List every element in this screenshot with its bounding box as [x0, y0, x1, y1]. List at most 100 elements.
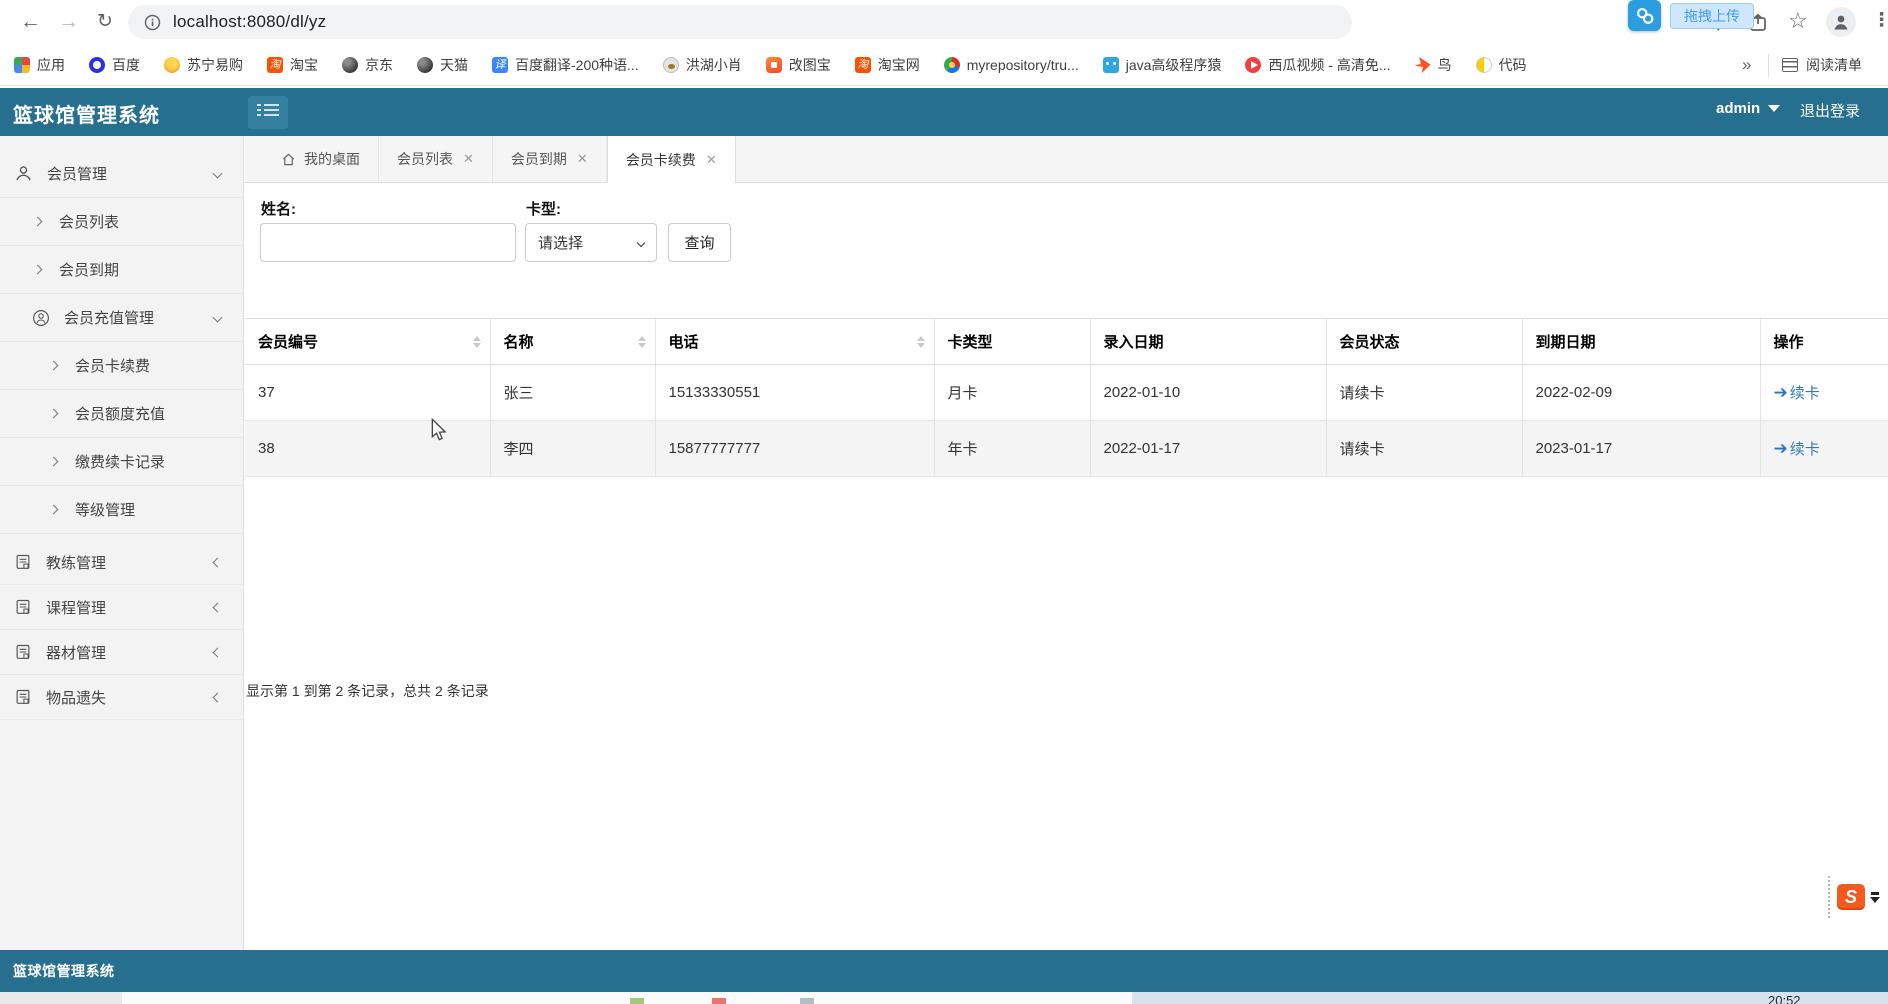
query-button[interactable]: 查询	[668, 223, 731, 262]
chevron-right-icon	[49, 361, 59, 371]
tab-my-desktop[interactable]: 我的桌面	[263, 136, 379, 182]
taskbar-app-sliver	[712, 998, 726, 1004]
bookmark-item[interactable]: 洪湖小肖	[663, 55, 742, 75]
bookmark-item[interactable]: 百度翻译-200种语...	[492, 55, 639, 75]
bookmark-item[interactable]: myrepository/tru...	[944, 57, 1079, 73]
renew-card-link[interactable]: ➔续卡	[1774, 382, 1820, 403]
netdisk-icon[interactable]	[1628, 0, 1661, 31]
bookmark-item[interactable]: 苏宁易购	[164, 55, 243, 75]
col-phone[interactable]: 电话	[655, 319, 934, 365]
bookmark-item[interactable]: 鸟	[1415, 55, 1452, 75]
col-entry-date: 录入日期	[1090, 319, 1326, 365]
col-member-id[interactable]: 会员编号	[245, 319, 490, 365]
sidebar-item-quota-recharge[interactable]: 会员额度充值	[0, 390, 243, 438]
arrow-right-icon: ➔	[1774, 439, 1788, 459]
sidebar-item-lost-items[interactable]: 物品遗失	[0, 675, 243, 720]
status-badge: 请续卡	[1326, 365, 1522, 421]
app-title: 篮球馆管理系统	[13, 99, 160, 128]
name-input[interactable]	[260, 223, 516, 262]
cell-card-type: 月卡	[934, 365, 1090, 421]
arrow-right-icon: ➔	[1774, 383, 1788, 403]
tab-card-renewal[interactable]: 会员卡续费 ✕	[607, 136, 736, 183]
sidebar-item-course-management[interactable]: 课程管理	[0, 585, 243, 630]
chevron-right-icon	[49, 409, 59, 419]
repository-icon	[944, 57, 960, 73]
sidebar-item-card-renewal[interactable]: 会员卡续费	[0, 342, 243, 390]
mouse-cursor	[430, 418, 448, 442]
page-info-icon[interactable]	[144, 14, 161, 31]
bookmark-item[interactable]: 淘宝网	[855, 55, 920, 75]
reading-list-icon	[1782, 58, 1798, 72]
clipboard-icon	[14, 643, 32, 661]
minimize-icon	[1871, 892, 1879, 895]
chrome-menu-icon[interactable]: ⋮	[1872, 9, 1888, 32]
chevron-down-icon	[1870, 897, 1880, 903]
sogou-input-widget[interactable]: S	[1828, 876, 1880, 918]
col-name[interactable]: 名称	[490, 319, 655, 365]
tab-member-list[interactable]: 会员列表 ✕	[379, 136, 493, 182]
bookmark-item[interactable]: 代码	[1476, 55, 1527, 75]
sogou-toolbar-toggle[interactable]	[1870, 892, 1880, 903]
hamburger-icon	[264, 104, 279, 106]
close-icon[interactable]: ✕	[706, 152, 717, 168]
home-icon	[281, 152, 296, 167]
sidebar-item-recharge-management[interactable]: 会员充值管理	[0, 294, 243, 342]
main-content: 我的桌面 会员列表 ✕ 会员到期 ✕ 会员卡续费 ✕ 姓名: 卡型: 请选择 查…	[245, 136, 1888, 950]
bookmark-item[interactable]: 百度	[89, 55, 140, 75]
chevron-down-icon	[213, 169, 223, 179]
forward-icon[interactable]: →	[58, 10, 79, 34]
sidebar-toggle-button[interactable]	[248, 96, 288, 129]
sort-icon	[638, 336, 646, 348]
bookmark-item[interactable]: 改图宝	[766, 55, 831, 75]
sidebar-item-level-management[interactable]: 等级管理	[0, 486, 243, 534]
bookmarks-divider	[1768, 54, 1769, 77]
sidebar-item-member-expire[interactable]: 会员到期	[0, 246, 243, 294]
bookmark-star-icon[interactable]: ☆	[1788, 8, 1808, 34]
status-badge: 请续卡	[1326, 421, 1522, 477]
bookmark-item[interactable]: 应用	[14, 55, 65, 75]
profile-avatar[interactable]	[1826, 7, 1856, 37]
cell-phone: 15133330551	[655, 365, 934, 421]
sidebar-item-member-list[interactable]: 会员列表	[0, 198, 243, 246]
bookmark-item[interactable]: 天猫	[417, 55, 468, 75]
table-header-row: 会员编号 名称 电话 卡类型 录入日期 会员状态 到期日期 操作	[245, 319, 1888, 365]
close-icon[interactable]: ✕	[463, 151, 474, 167]
close-icon[interactable]: ✕	[577, 151, 588, 167]
col-member-status: 会员状态	[1326, 319, 1522, 365]
footer-title: 篮球馆管理系统	[13, 961, 115, 981]
taobao-icon	[267, 57, 283, 73]
taskbar-clock: 20:52	[1768, 993, 1801, 1004]
bookmark-item[interactable]: 淘宝	[267, 55, 318, 75]
reading-list-button[interactable]: 阅读清单	[1782, 45, 1862, 85]
netdisk-upload-badge: 拖拽上传	[1628, 0, 1754, 31]
bookmark-item[interactable]: 西瓜视频 - 高清免...	[1245, 55, 1390, 75]
bookmark-item[interactable]: 京东	[342, 55, 393, 75]
chevron-left-icon	[213, 647, 223, 657]
bookmark-item[interactable]: java高级程序猿	[1103, 55, 1222, 75]
sidebar-item-payment-records[interactable]: 缴费续卡记录	[0, 438, 243, 486]
chevron-left-icon	[213, 692, 223, 702]
bookmarks-overflow-chevron[interactable]: »	[1742, 45, 1751, 85]
chevron-down-icon	[213, 313, 223, 323]
tab-member-expire[interactable]: 会员到期 ✕	[493, 136, 607, 182]
table-row[interactable]: 38 李四 15877777777 年卡 2022-01-17 请续卡 2023…	[245, 421, 1888, 477]
chevron-left-icon	[213, 557, 223, 567]
sidebar-item-equipment-management[interactable]: 器材管理	[0, 630, 243, 675]
records-summary: 显示第 1 到第 2 条记录，总共 2 条记录	[246, 681, 489, 701]
card-type-select[interactable]: 请选择	[525, 223, 657, 262]
sidebar-item-member-management[interactable]: 会员管理	[0, 150, 243, 198]
renew-card-link[interactable]: ➔续卡	[1774, 438, 1820, 459]
sidebar-item-coach-management[interactable]: 教练管理	[0, 540, 243, 585]
java-robot-icon	[1103, 57, 1119, 73]
user-menu[interactable]: admin	[1716, 100, 1780, 117]
back-icon[interactable]: ←	[20, 10, 41, 34]
cell-member-id: 37	[245, 365, 490, 421]
cell-expire-date: 2023-01-17	[1522, 421, 1760, 477]
taskbar-segment	[0, 992, 122, 1004]
cell-actions: ➔续卡	[1760, 365, 1888, 421]
logout-button[interactable]: 退出登录	[1800, 100, 1860, 121]
reload-icon[interactable]: ↻	[97, 10, 113, 34]
chevron-right-icon	[49, 505, 59, 515]
url-bar[interactable]: localhost:8080/dl/yz	[128, 5, 1352, 39]
table-row[interactable]: 37 张三 15133330551 月卡 2022-01-10 请续卡 2022…	[245, 365, 1888, 421]
